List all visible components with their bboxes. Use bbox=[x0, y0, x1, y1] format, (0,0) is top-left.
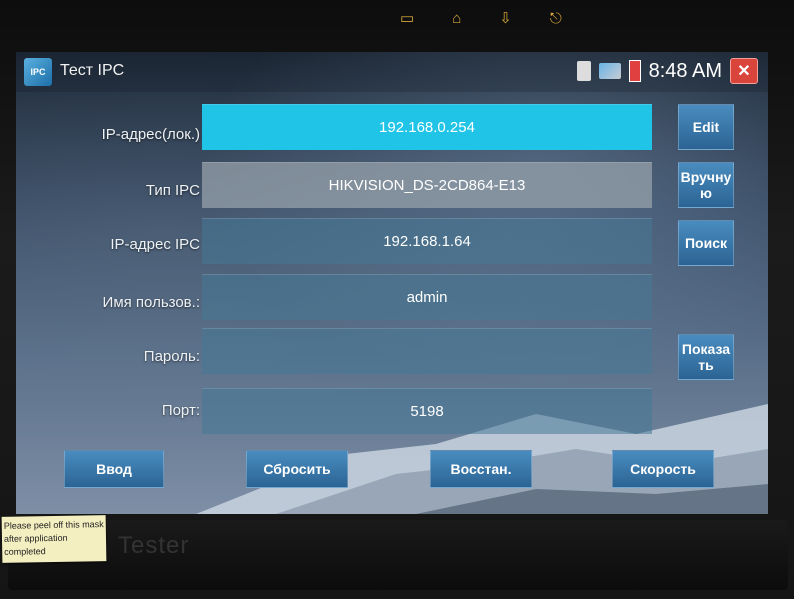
edit-button[interactable]: Edit bbox=[678, 104, 734, 150]
home-icon[interactable]: ⌂ bbox=[452, 10, 461, 32]
manual-button[interactable]: Вручну ю bbox=[678, 162, 734, 208]
reset-button[interactable]: Сбросить bbox=[246, 450, 348, 488]
port-field[interactable]: 5198 bbox=[202, 388, 652, 434]
clock: 8:48 AM bbox=[648, 59, 722, 82]
label-password: Пароль: bbox=[143, 348, 200, 365]
ipc-type-field[interactable]: HIKVISION_DS-2CD864-E13 bbox=[202, 162, 652, 208]
label-port: Порт: bbox=[161, 402, 200, 419]
menu-icon[interactable]: ▭ bbox=[400, 10, 414, 32]
sd-card-icon bbox=[576, 61, 591, 81]
device-brand: Tester bbox=[118, 532, 190, 559]
network-icon bbox=[598, 63, 621, 79]
label-local-ip: IP-адрес(лок.) bbox=[101, 126, 200, 143]
restore-button[interactable]: Восстан. bbox=[430, 450, 532, 488]
local-ip-field[interactable]: 192.168.0.254 bbox=[202, 104, 652, 150]
hardware-nav: ▭ ⌂ ⇩ ⎋ bbox=[400, 10, 580, 32]
close-button[interactable]: ✕ bbox=[730, 58, 758, 84]
search-button[interactable]: Поиск bbox=[678, 220, 734, 266]
status-bar: IPC Тест IPC 8:48 AM ✕ bbox=[16, 52, 768, 92]
label-ipc-ip: IP-адрес IPC bbox=[110, 236, 200, 253]
power-icon[interactable]: ⎋ bbox=[550, 10, 562, 32]
status-icons: 8:48 AM ✕ bbox=[576, 58, 758, 84]
app-title: Тест IPC bbox=[60, 62, 125, 79]
app-icon: IPC bbox=[24, 58, 52, 86]
username-field[interactable]: admin bbox=[202, 274, 652, 320]
label-username: Имя пользов.: bbox=[102, 294, 200, 311]
speed-button[interactable]: Скорость bbox=[612, 450, 714, 488]
screen: IPC Тест IPC 8:48 AM ✕ IP-адрес(лок.) 19… bbox=[16, 52, 768, 514]
ipc-ip-field[interactable]: 192.168.1.64 bbox=[202, 218, 652, 264]
label-ipc-type: Тип IPC bbox=[145, 182, 200, 199]
enter-button[interactable]: Ввод bbox=[64, 450, 164, 488]
back-icon[interactable]: ⇩ bbox=[499, 10, 512, 32]
show-password-button[interactable]: Показа ть bbox=[678, 334, 734, 380]
protective-sticker: Please peel off this mask after applicat… bbox=[1, 515, 107, 563]
password-field[interactable] bbox=[202, 328, 652, 374]
battery-icon bbox=[628, 60, 641, 82]
